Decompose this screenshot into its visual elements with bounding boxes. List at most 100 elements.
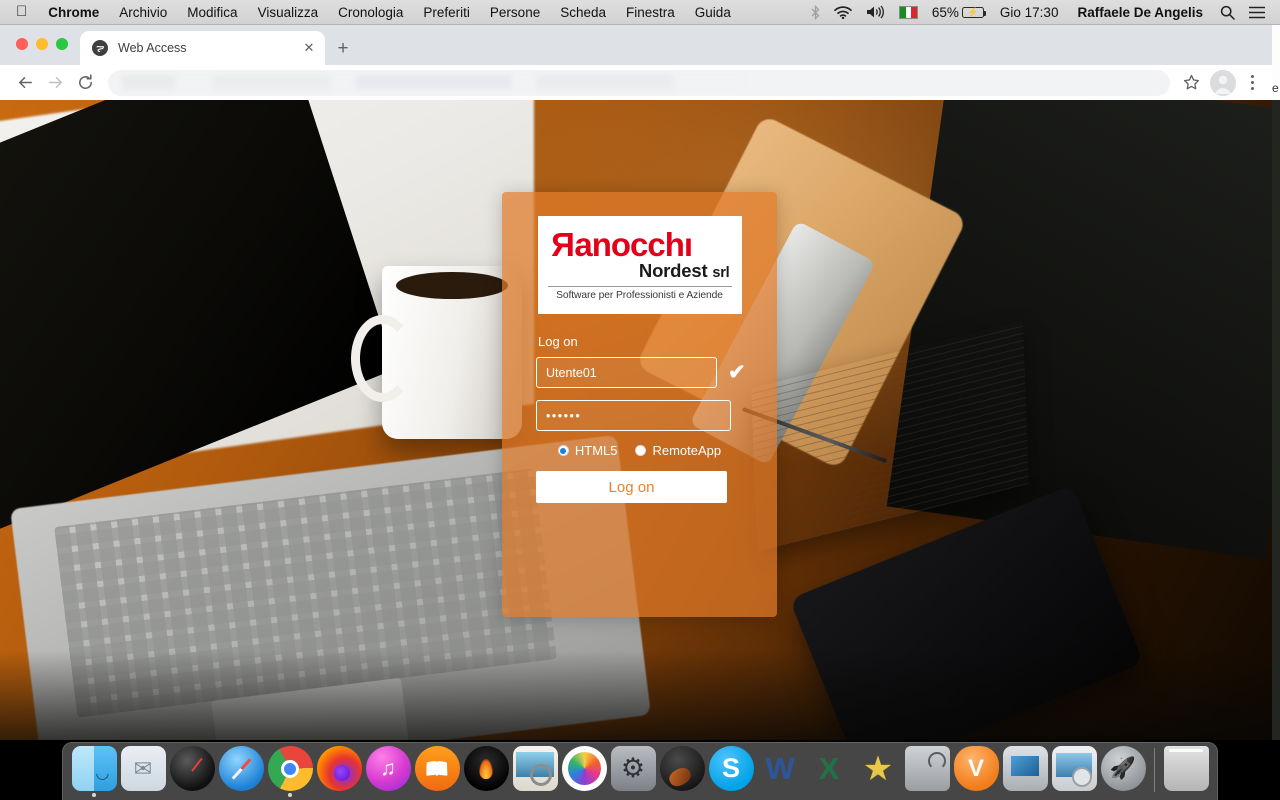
running-indicator — [288, 793, 292, 797]
browser-toolbar — [0, 65, 1272, 100]
address-bar[interactable] — [108, 69, 1170, 96]
menu-item-modifica[interactable]: Modifica — [177, 5, 247, 20]
battery-status[interactable]: 65% ⚡ — [925, 5, 991, 20]
mail-icon — [120, 746, 166, 791]
dock-item-word[interactable] — [756, 746, 804, 800]
menu-bar-status-area: 65% ⚡ Gio 17:30 Raffaele De Angelis — [804, 4, 1280, 20]
back-arrow-icon[interactable] — [10, 68, 40, 98]
menu-item-cronologia[interactable]: Cronologia — [328, 5, 413, 20]
password-row — [536, 400, 743, 431]
menu-item-guida[interactable]: Guida — [685, 5, 741, 20]
web-page-content: Ranocchı Nordest srl Software per Profes… — [0, 100, 1272, 740]
clock-label[interactable]: Gio 17:30 — [991, 5, 1068, 20]
dock-item-remotedesktop[interactable] — [1001, 746, 1049, 800]
radio-html5[interactable]: HTML5 — [557, 443, 617, 458]
ranocchi-logo: Ranocchı Nordest srl Software per Profes… — [537, 216, 742, 314]
battery-charging-icon: ⚡ — [961, 6, 987, 18]
dock-item-firefox[interactable] — [315, 746, 363, 800]
username-input[interactable] — [536, 357, 717, 388]
vuze-icon — [953, 746, 999, 791]
menu-item-chrome[interactable]: Chrome — [38, 5, 109, 20]
launchpad-icon — [1100, 746, 1146, 791]
dock-item-safari[interactable] — [217, 746, 265, 800]
disk-utility-icon — [904, 746, 950, 791]
user-name-label[interactable]: Raffaele De Angelis — [1067, 5, 1213, 20]
dock-item-trash[interactable] — [1162, 746, 1210, 800]
dock-item-toast[interactable] — [462, 746, 510, 800]
search-icon[interactable] — [1213, 5, 1242, 20]
logo-reversed-r: R — [551, 226, 575, 264]
dock-item-diskutility[interactable] — [903, 746, 951, 800]
minimize-window-button[interactable] — [36, 38, 48, 50]
logo-brand-rest: anocch — [574, 226, 685, 264]
dock-item-chrome[interactable] — [266, 746, 314, 800]
apple-logo-icon[interactable]:  — [0, 4, 38, 19]
checkmark-icon: ✔ — [728, 361, 746, 384]
dock-item-skype[interactable] — [707, 746, 755, 800]
dock-item-vuze[interactable] — [952, 746, 1000, 800]
dock-item-finder[interactable] — [70, 746, 118, 800]
log-on-button[interactable]: Log on — [536, 471, 727, 503]
dock-item-photos[interactable] — [560, 746, 608, 800]
username-row: ✔ — [536, 357, 746, 388]
tab-strip: Web Access ✕ + — [0, 25, 1272, 65]
dock-item-sysprefs[interactable] — [609, 746, 657, 800]
logo-divider — [547, 285, 732, 287]
dock-item-preview[interactable] — [511, 746, 559, 800]
menu-item-visualizza[interactable]: Visualizza — [248, 5, 329, 20]
reload-icon[interactable] — [70, 68, 100, 98]
firefox-icon — [316, 746, 362, 791]
background-window-content-edge — [1272, 100, 1280, 740]
bluetooth-icon[interactable] — [804, 4, 827, 20]
itunes-icon — [365, 746, 411, 791]
logo-tagline: Software per Professionisti e Aziende — [556, 289, 723, 301]
volume-icon[interactable] — [859, 5, 892, 19]
preview-icon — [512, 746, 558, 791]
dock-item-ibooks[interactable] — [413, 746, 461, 800]
battery-percent-label: 65% — [931, 4, 959, 20]
tab-title: Web Access — [118, 41, 187, 55]
dock-item-launchpad[interactable] — [1099, 746, 1147, 800]
menu-item-scheda[interactable]: Scheda — [550, 5, 616, 20]
italian-flag-icon[interactable] — [892, 5, 925, 19]
dock-item-itunes[interactable] — [364, 746, 412, 800]
dock-item-iweb[interactable] — [1050, 746, 1098, 800]
safari-icon — [218, 746, 264, 791]
kebab-menu-icon[interactable] — [1240, 75, 1264, 90]
running-indicator — [92, 793, 96, 797]
dashboard-icon — [169, 746, 215, 791]
login-panel: Ranocchı Nordest srl Software per Profes… — [502, 192, 777, 617]
dock-item-excel[interactable] — [805, 746, 853, 800]
dock-item-imovie[interactable] — [854, 746, 902, 800]
ibooks-icon — [414, 746, 460, 791]
menu-item-finestra[interactable]: Finestra — [616, 5, 685, 20]
window-controls — [16, 38, 68, 50]
dock-area — [0, 740, 1280, 800]
chrome-icon — [267, 746, 313, 791]
screen:  Chrome Archivio Modifica Visualizza Cr… — [0, 0, 1280, 800]
password-input[interactable] — [536, 400, 731, 431]
close-window-button[interactable] — [16, 38, 28, 50]
maximize-window-button[interactable] — [56, 38, 68, 50]
dock-item-dashboard[interactable] — [168, 746, 216, 800]
macos-menu-bar:  Chrome Archivio Modifica Visualizza Cr… — [0, 0, 1280, 25]
browser-tab[interactable]: Web Access ✕ — [80, 31, 325, 65]
logo-company: Nordest — [638, 260, 708, 282]
menu-item-preferiti[interactable]: Preferiti — [413, 5, 480, 20]
notification-center-icon[interactable] — [1242, 6, 1272, 19]
avatar-icon[interactable] — [1210, 69, 1236, 96]
star-icon[interactable] — [1176, 68, 1206, 98]
new-tab-button[interactable]: + — [332, 37, 354, 59]
radio-remoteapp[interactable]: RemoteApp — [635, 443, 721, 458]
connection-mode-radio-group: HTML5 RemoteApp — [536, 443, 743, 458]
wifi-icon[interactable] — [827, 5, 859, 19]
forward-arrow-icon[interactable] — [40, 68, 70, 98]
trash-icon — [1163, 746, 1209, 791]
menu-item-archivio[interactable]: Archivio — [109, 5, 177, 20]
dock-item-mail[interactable] — [119, 746, 167, 800]
skype-icon — [708, 746, 754, 791]
dock-item-garageband[interactable] — [658, 746, 706, 800]
close-icon[interactable]: ✕ — [301, 40, 317, 56]
menu-item-persone[interactable]: Persone — [480, 5, 550, 20]
login-heading: Log on — [538, 334, 578, 349]
